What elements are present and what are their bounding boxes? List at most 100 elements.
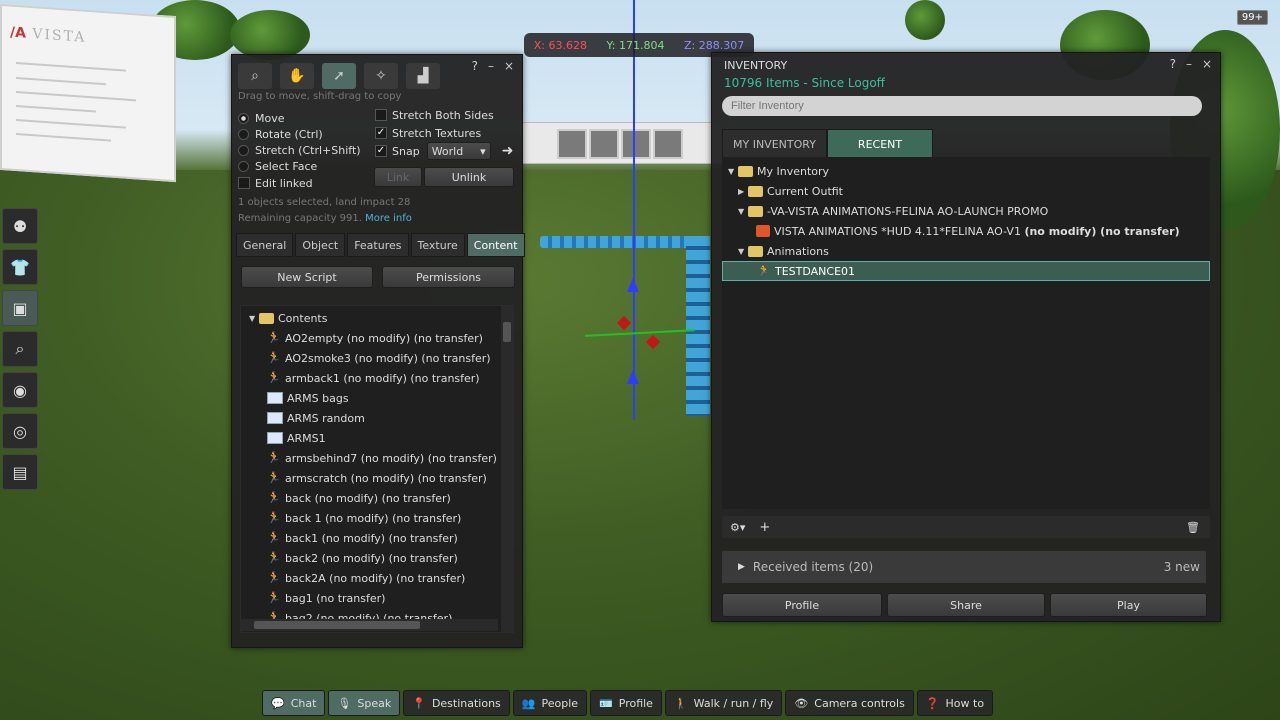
contents-item[interactable]: 🏃 back2A (no modify) (no transfer) bbox=[249, 568, 513, 588]
inventory-panel: INVENTORY ? – × 10796 Items - Since Logo… bbox=[711, 52, 1221, 622]
create-wand-icon[interactable]: ✧ bbox=[364, 63, 398, 89]
profile-button[interactable]: Profile bbox=[722, 593, 882, 617]
mode-rotate[interactable]: Rotate (Ctrl) bbox=[238, 126, 361, 142]
edit-linked-checkbox[interactable]: Edit linked bbox=[238, 174, 361, 192]
close-button[interactable]: × bbox=[1202, 57, 1212, 71]
trash-icon[interactable]: 🗑 bbox=[1186, 521, 1200, 534]
arrow-right-icon[interactable]: ➜ bbox=[502, 143, 514, 159]
mode-stretch[interactable]: Stretch (Ctrl+Shift) bbox=[238, 142, 361, 158]
snap-dropdown[interactable]: World ▾ bbox=[426, 142, 491, 160]
grab-icon[interactable]: ✋ bbox=[280, 63, 314, 89]
tab-features[interactable]: Features bbox=[347, 233, 409, 257]
folder-open-icon bbox=[748, 245, 763, 257]
selected-object-pillar[interactable] bbox=[686, 236, 710, 416]
contents-folder[interactable]: ▼ Contents bbox=[249, 308, 513, 328]
tree-testdance01[interactable]: 🏃 TESTDANCE01 bbox=[722, 261, 1210, 281]
chat-button[interactable]: 💬 Chat bbox=[262, 690, 326, 716]
drag-hint: Drag to move, shift-drag to copy bbox=[238, 91, 402, 102]
people-button[interactable]: 👥 People bbox=[512, 690, 588, 716]
appearance-icon[interactable]: 👕 bbox=[2, 249, 38, 285]
folder-open-icon bbox=[738, 165, 753, 177]
eye-icon: 👁 bbox=[794, 696, 809, 710]
focus-icon[interactable]: ⌕ bbox=[238, 63, 272, 89]
unlink-button[interactable]: Unlink bbox=[424, 167, 514, 187]
build-tools-panel: ⌕ ✋ ➚ ✧ ▟ ? – × Drag to move, shift-drag… bbox=[231, 54, 525, 648]
vista-sign-board: /A VISTA bbox=[0, 3, 176, 183]
snapshot-icon[interactable]: ▤ bbox=[2, 454, 38, 490]
tree-current-outfit[interactable]: ▶ Current Outfit bbox=[722, 181, 1210, 201]
selected-object-chain[interactable] bbox=[540, 236, 695, 248]
add-icon[interactable]: + bbox=[759, 520, 770, 535]
map-icon[interactable]: ◉ bbox=[2, 372, 38, 408]
speak-button[interactable]: 🎙 Speak bbox=[328, 690, 401, 716]
contents-item[interactable]: ARMS bags bbox=[249, 388, 513, 408]
animation-icon: 🏃 bbox=[267, 551, 281, 564]
destinations-button[interactable]: 📍 Destinations bbox=[403, 690, 510, 716]
people-icon[interactable]: ⚉ bbox=[2, 208, 38, 244]
contents-item[interactable]: 🏃 back 1 (no modify) (no transfer) bbox=[249, 508, 513, 528]
filter-inventory-input[interactable] bbox=[722, 96, 1202, 116]
tab-object[interactable]: Object bbox=[295, 233, 346, 257]
new-script-button[interactable]: New Script bbox=[241, 266, 373, 288]
help-button[interactable]: ? bbox=[1170, 57, 1176, 71]
contents-item[interactable]: ARMS random bbox=[249, 408, 513, 428]
inventory-count: 10796 Items - Since Logoff bbox=[724, 76, 885, 90]
walk-run-fly-button[interactable]: 🚶 Walk / run / fly bbox=[664, 690, 783, 716]
contents-item[interactable]: 🏃 AO2empty (no modify) (no transfer) bbox=[249, 328, 513, 348]
link-button[interactable]: Link bbox=[374, 167, 422, 187]
profile-button[interactable]: 🪪 Profile bbox=[590, 690, 662, 716]
horizontal-scrollbar[interactable] bbox=[240, 619, 498, 631]
land-bulldozer-icon[interactable]: ▟ bbox=[406, 63, 440, 89]
inventory-action-bar: ⚙▾ + 🗑 bbox=[722, 516, 1210, 538]
contents-item[interactable]: 🏃 back (no modify) (no transfer) bbox=[249, 488, 513, 508]
radar-icon[interactable]: ◎ bbox=[2, 413, 38, 449]
stretch-both-sides-checkbox[interactable]: Stretch Both Sides bbox=[375, 106, 513, 124]
contents-item[interactable]: 🏃 armscratch (no modify) (no transfer) bbox=[249, 468, 513, 488]
notifications-badge[interactable]: 99+ bbox=[1236, 10, 1268, 25]
inventory-tree[interactable]: ▼ My Inventory ▶ Current Outfit ▼ -VA-VISTA… bbox=[722, 157, 1210, 509]
object-contents-list[interactable]: ▼ Contents 🏃 AO2empty (no modify) (no tra… bbox=[240, 305, 514, 633]
gear-icon[interactable]: ⚙▾ bbox=[730, 521, 745, 534]
z-arrow[interactable] bbox=[627, 370, 639, 384]
contents-item[interactable]: 🏃 armback1 (no modify) (no transfer) bbox=[249, 368, 513, 388]
inventory-icon[interactable]: ▣ bbox=[2, 290, 38, 326]
z-arrow-up[interactable] bbox=[627, 278, 639, 292]
permissions-button[interactable]: Permissions bbox=[382, 266, 515, 288]
z-axis-handle[interactable] bbox=[633, 0, 635, 420]
contents-item[interactable]: 🏃 back2 (no modify) (no transfer) bbox=[249, 548, 513, 568]
mode-move[interactable]: Move bbox=[238, 110, 361, 126]
help-button[interactable]: ? bbox=[472, 59, 478, 73]
tab-recent[interactable]: RECENT bbox=[826, 129, 934, 159]
stretch-textures-checkbox[interactable]: ✓ Stretch Textures bbox=[375, 124, 513, 142]
mode-select-face[interactable]: Select Face bbox=[238, 158, 361, 174]
play-button[interactable]: Play bbox=[1050, 593, 1207, 617]
contents-item[interactable]: 🏃 AO2smoke3 (no modify) (no transfer) bbox=[249, 348, 513, 368]
close-button[interactable]: × bbox=[504, 59, 514, 73]
how-to-button[interactable]: ❓ How to bbox=[916, 690, 994, 716]
camera-controls-button[interactable]: 👁 Camera controls bbox=[785, 690, 914, 716]
tree-animations-folder[interactable]: ▼ Animations bbox=[722, 241, 1210, 261]
minimize-button[interactable]: – bbox=[488, 59, 494, 73]
tab-content[interactable]: Content bbox=[466, 233, 525, 257]
tree-my-inventory[interactable]: ▼ My Inventory bbox=[722, 161, 1210, 181]
minimize-button[interactable]: – bbox=[1186, 57, 1192, 71]
tree-vista-hud-object[interactable]: VISTA ANIMATIONS *HUD 4.11*FELINA AO-V1 … bbox=[722, 221, 1210, 241]
object-box-icon bbox=[756, 225, 770, 237]
share-button[interactable]: Share bbox=[887, 593, 1045, 617]
received-items-header[interactable]: ▶ Received items (20) 3 new bbox=[722, 551, 1206, 583]
edit-cursor-icon[interactable]: ➚ bbox=[322, 63, 356, 89]
stretch-options: Stretch Both Sides ✓ Stretch Textures ✓ Sn… bbox=[375, 106, 513, 160]
vertical-scrollbar[interactable] bbox=[501, 306, 513, 632]
tab-texture[interactable]: Texture bbox=[410, 233, 465, 257]
tab-my-inventory[interactable]: MY INVENTORY bbox=[722, 129, 827, 159]
tree-vista-folder[interactable]: ▼ -VA-VISTA ANIMATIONS-FELINA AO-LAUNCH P… bbox=[722, 201, 1210, 221]
more-info-link[interactable]: More info bbox=[365, 213, 412, 224]
snap-checkbox[interactable]: ✓ Snap World ▾ ➜ bbox=[375, 142, 513, 160]
notecard-icon bbox=[267, 412, 283, 424]
search-icon[interactable]: ⌕ bbox=[2, 331, 38, 367]
contents-item[interactable]: ARMS1 bbox=[249, 428, 513, 448]
contents-item[interactable]: 🏃 bag1 (no transfer) bbox=[249, 588, 513, 608]
contents-item[interactable]: 🏃 back1 (no modify) (no transfer) bbox=[249, 528, 513, 548]
tab-general[interactable]: General bbox=[236, 233, 294, 257]
contents-item[interactable]: 🏃 armsbehind7 (no modify) (no transfer) bbox=[249, 448, 513, 468]
